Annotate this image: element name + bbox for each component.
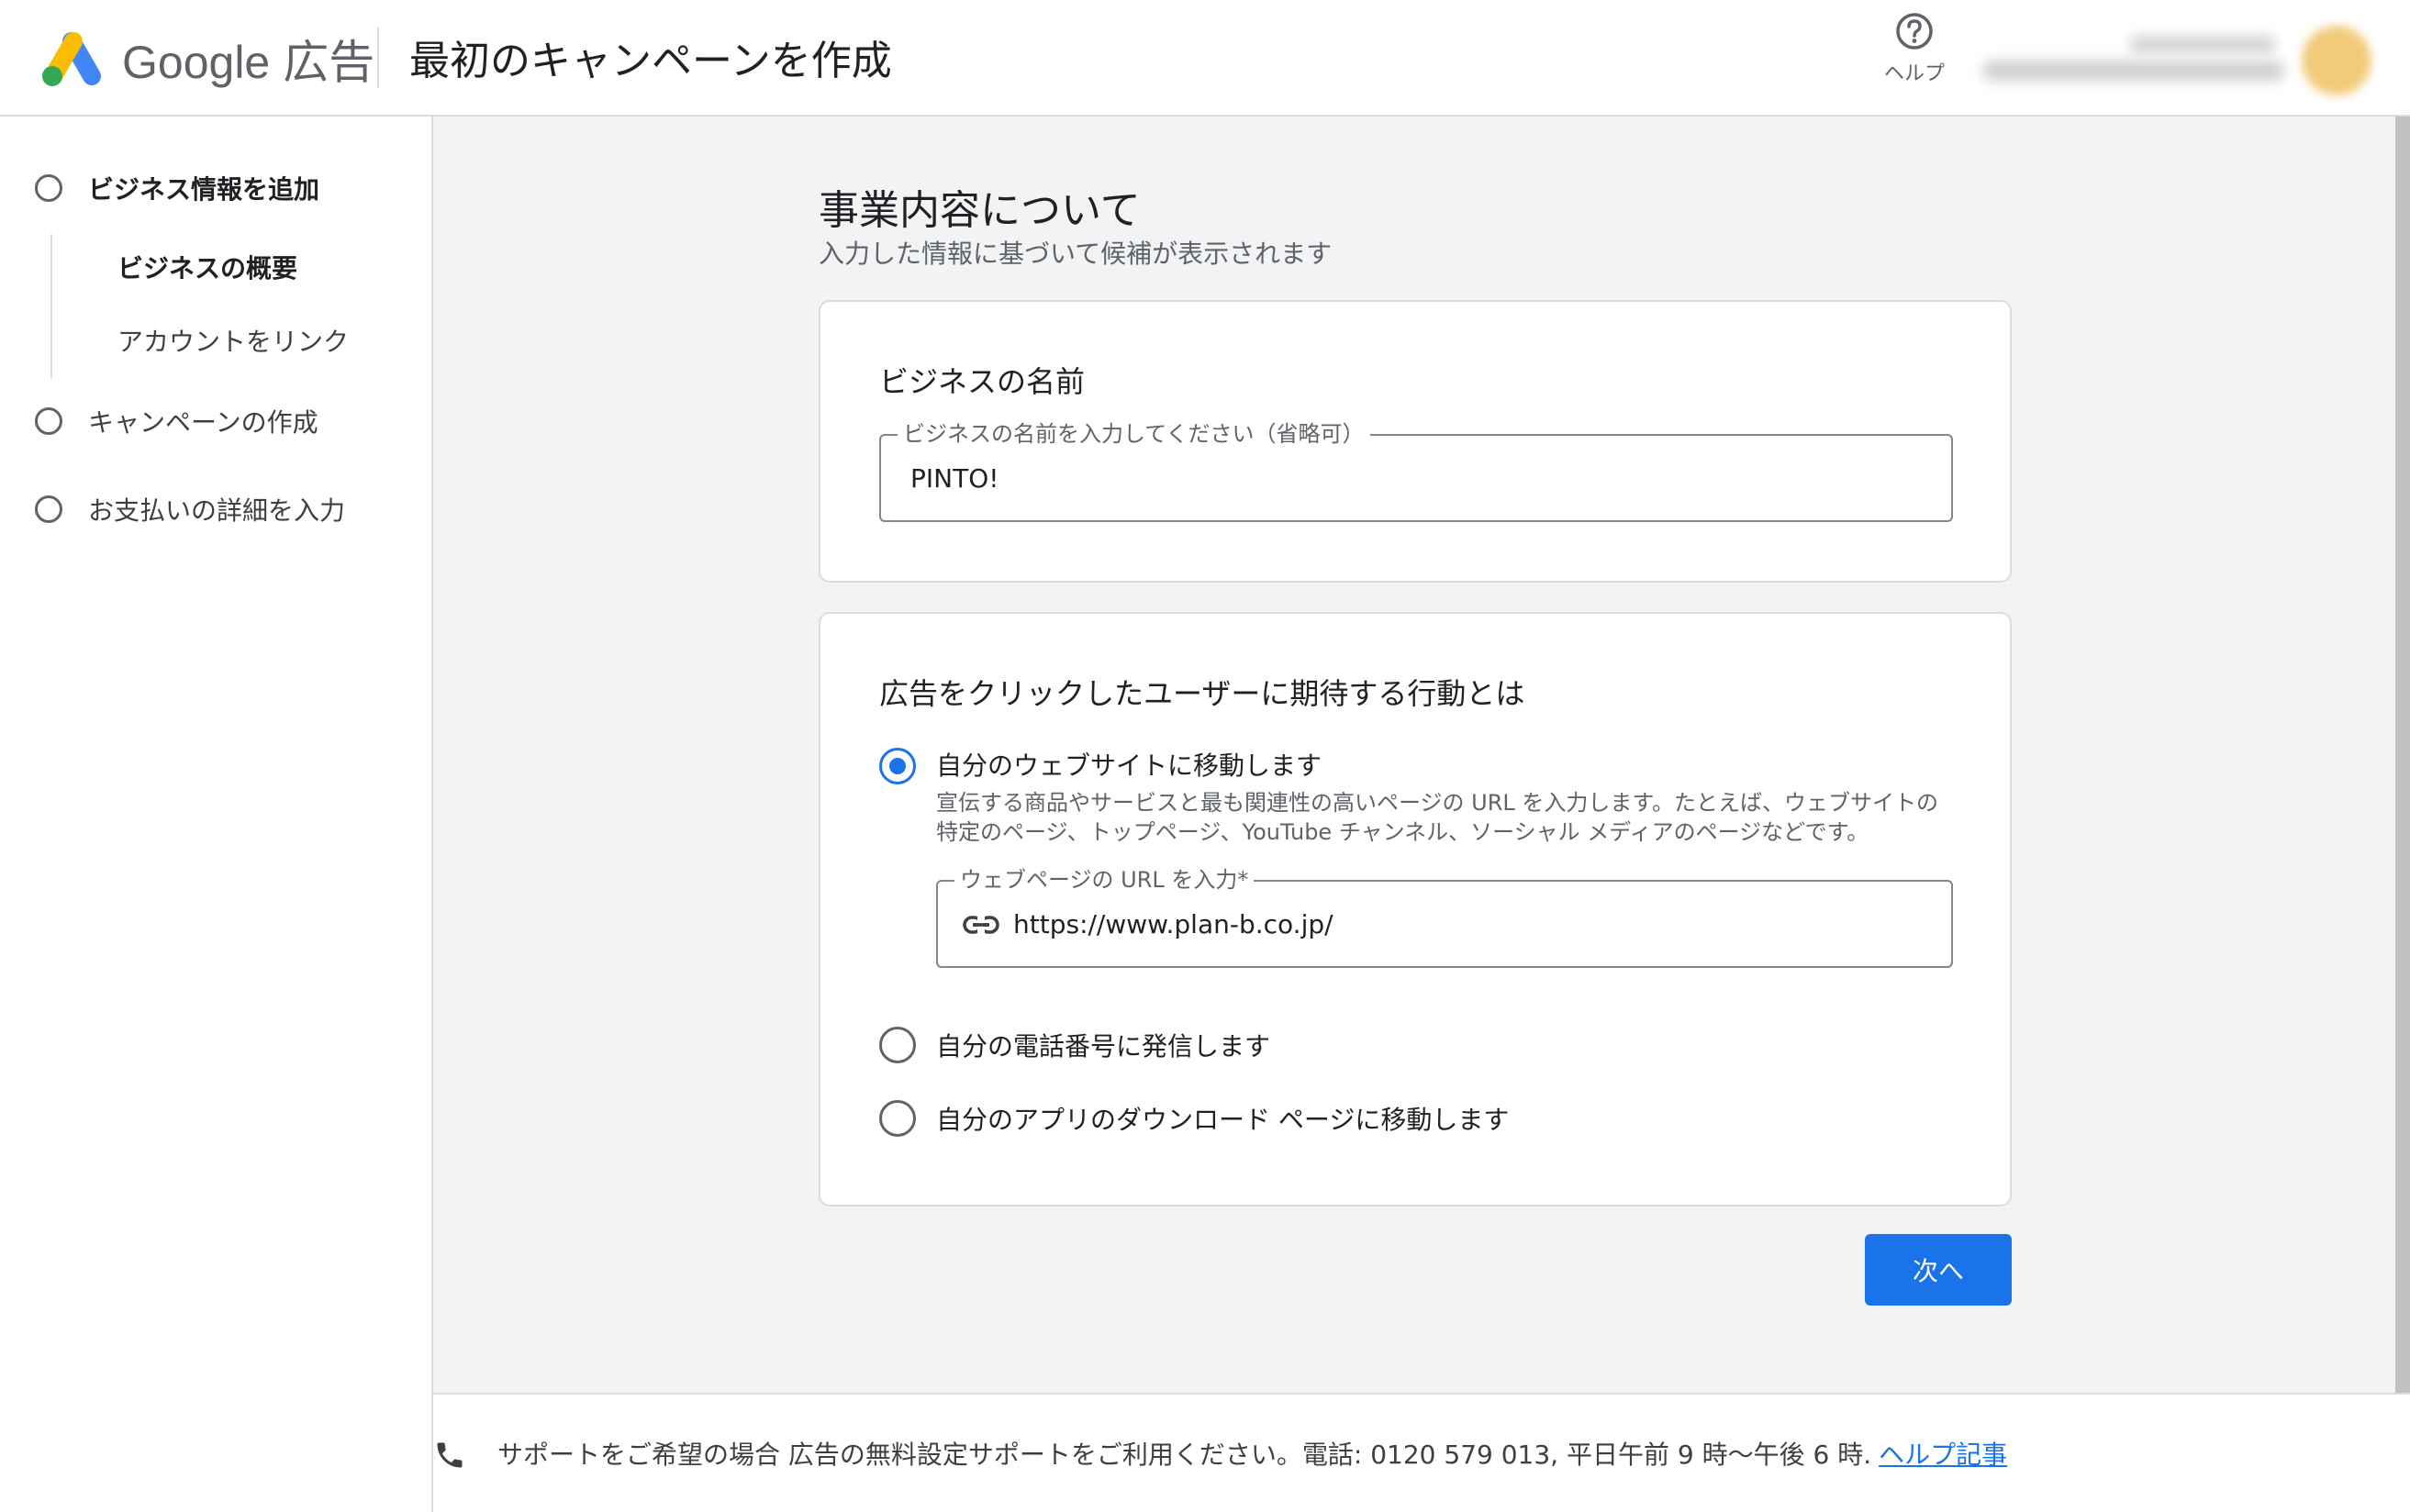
main-content: 事業内容について 入力した情報に基づいて候補が表示されます ビジネスの名前 ビジ…: [433, 117, 2395, 1393]
section-subtitle: 入力した情報に基づいて候補が表示されます: [819, 239, 1333, 269]
help-article-link[interactable]: ヘルプ記事: [1879, 1440, 2007, 1470]
radio-website[interactable]: [879, 748, 916, 784]
radio-app-download[interactable]: [879, 1100, 916, 1137]
support-footer: サポートをご希望の場合 広告の無料設定サポートをご利用ください。電話: 0120…: [433, 1393, 2410, 1512]
step-status-circle-icon: [35, 174, 62, 202]
ad-goal-card: 広告をクリックしたユーザーに期待する行動とは 自分のウェブサイトに移動します 宣…: [819, 612, 2012, 1206]
step-label: キャンペーンの作成: [88, 407, 318, 438]
account-name-blurred: [2129, 35, 2276, 53]
step-payment-details: お支払いの詳細を入力: [35, 491, 345, 528]
step-label: お支払いの詳細を入力: [88, 495, 346, 526]
step-create-campaign: キャンペーンの作成: [35, 403, 318, 439]
step-label: ビジネス情報を追加: [88, 174, 320, 205]
brand-suffix: 広告: [283, 37, 375, 88]
website-url-input[interactable]: https://www.plan-b.co.jp/: [1013, 882, 1333, 966]
business-name-input[interactable]: PINTO!: [910, 436, 999, 520]
business-name-field[interactable]: ビジネスの名前を入力してください（省略可） PINTO!: [879, 420, 1953, 522]
progress-sidebar: ビジネス情報を追加 ビジネスの概要 アカウントをリンク キャンペーンの作成 お支…: [0, 117, 433, 1512]
account-email-blurred: [1982, 61, 2285, 81]
support-text: サポートをご希望の場合 広告の無料設定サポートをご利用ください。電話: 0120…: [497, 1435, 2007, 1472]
step-status-circle-icon: [35, 495, 62, 523]
app-header: Google 広告 最初のキャンペーンを作成 ヘルプ: [0, 0, 2410, 117]
account-info[interactable]: [1982, 33, 2285, 84]
website-url-field[interactable]: ウェブページの URL を入力* https://www.plan-b.co.j…: [936, 866, 1953, 968]
step-status-circle-icon: [35, 407, 62, 435]
avatar[interactable]: [2302, 26, 2371, 95]
google-ads-logo-icon[interactable]: [40, 31, 105, 86]
phone-icon: [437, 1442, 463, 1468]
ad-goal-heading: 広告をクリックしたユーザーに期待する行動とは: [879, 676, 1525, 711]
help-label: ヘルプ: [1883, 62, 1945, 85]
radio-website-description: 宣伝する商品やサービスと最も関連性の高いページの URL を入力します。たとえば…: [936, 790, 1938, 845]
page-title: 最初のキャンペーンを作成: [409, 38, 892, 84]
radio-phone-call-label[interactable]: 自分の電話番号に発信します: [936, 1027, 1270, 1063]
brand-logo-text[interactable]: Google 広告: [122, 26, 374, 92]
scrollbar[interactable]: [2395, 117, 2410, 1393]
header-divider: [377, 28, 379, 88]
substep-connector: [50, 234, 52, 379]
radio-phone-call[interactable]: [879, 1027, 916, 1063]
business-name-heading: ビジネスの名前: [879, 364, 1086, 399]
section-title: 事業内容について: [819, 187, 1141, 234]
brand-name: Google: [122, 37, 271, 88]
substep-link-accounts: アカウントをリンク: [117, 327, 350, 357]
business-name-card: ビジネスの名前 ビジネスの名前を入力してください（省略可） PINTO!: [819, 300, 2012, 583]
radio-app-download-label[interactable]: 自分のアプリのダウンロード ページに移動します: [936, 1100, 1509, 1137]
substep-business-overview: ビジネスの概要: [117, 253, 298, 284]
next-button[interactable]: 次へ: [1865, 1234, 2012, 1306]
help-button[interactable]: ヘルプ: [1872, 11, 1957, 86]
step-business-info: ビジネス情報を追加: [35, 170, 319, 206]
help-circle-icon: [1896, 13, 1933, 50]
support-message: サポートをご希望の場合 広告の無料設定サポートをご利用ください。電話: 0120…: [497, 1440, 1872, 1470]
radio-website-label[interactable]: 自分のウェブサイトに移動します: [936, 746, 1322, 783]
link-icon: [963, 915, 999, 935]
